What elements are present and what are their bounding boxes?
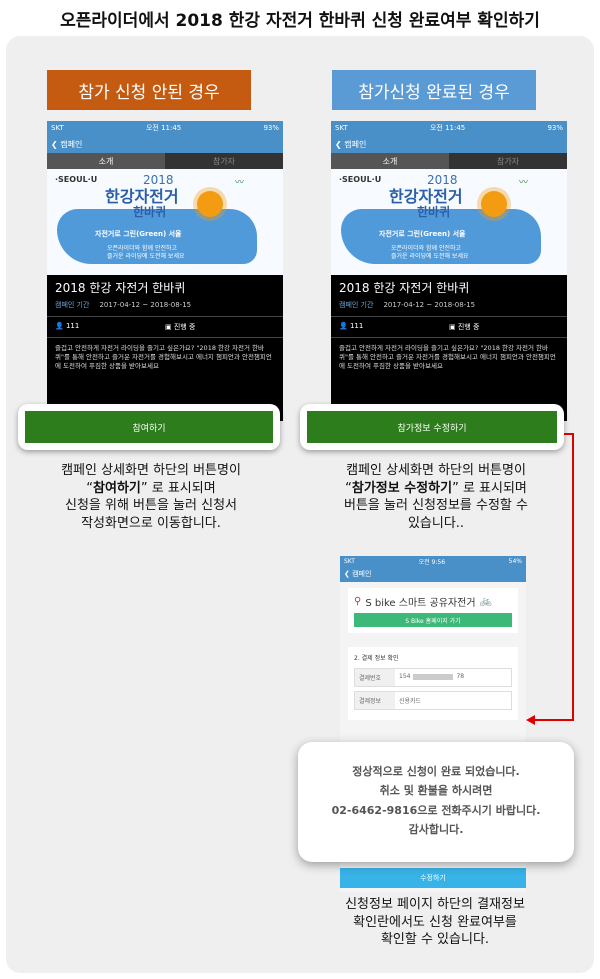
back-nav[interactable]: ❮ 캠페인 [331,135,567,153]
sbike-home-button[interactable]: S Bike 홈페이지 가기 [354,613,512,627]
info-row: 👤 111 ▣ 진행 중 [331,316,567,338]
period-value: 2017-04-12 ~ 2018-08-15 [99,301,192,309]
event-title: 2018 한강 자전거 한바퀴 [339,281,470,295]
not-registered-header: 참가 신청 안된 경우 [47,70,251,110]
event-period: 캠페인 기간 2017-04-12 ~ 2018-08-15 [47,300,283,316]
edit-button[interactable]: 수정하기 [340,868,526,888]
banner-sub2: 즐거운 라이딩에 도전해 보세요 [107,253,185,260]
banner-slogan: 자전거로 그린(Green) 서울 [379,230,466,238]
info-row: 👤 111 ▣ 진행 중 [47,316,283,338]
back-nav[interactable]: ❮ 캠페인 [47,135,283,153]
event-description: 즐겁고 안전하게 자전거 라이딩을 즐기고 싶은가요? "2018 한강 자전거… [339,344,556,370]
chevron-left-icon: ❮ [335,139,345,149]
seoul-logo: ·SEOUL·U [55,175,98,184]
phone-screenshot-left: SKT 오전 11:45 93% ❮ 캠페인 소개 참가자 ·SEOUL·U 2… [47,121,283,421]
period-label: 캠페인 기간 [339,301,374,309]
sbike-card: ⚲ S bike 스마트 공유자전거 🚲 S Bike 홈페이지 가기 [348,588,518,633]
event-description: 즐겁고 안전하게 자전거 라이딩을 즐기고 싶은가요? "2018 한강 자전거… [55,344,272,370]
back-nav[interactable]: ❮ 캠페인 [340,566,526,582]
bicycle-icon: 🚲 [479,596,492,607]
right-caption: 캠페인 상세화면 하단의 버튼명이 “참가정보 수정하기” 로 표시되며 버튼을… [344,463,528,531]
bottom-caption: 신청정보 페이지 하단의 결재정보 확인란에서도 신청 완료여부를 확인할 수 … [345,897,525,948]
participants-count: 👤 111 [55,322,80,330]
registration-complete-popup: 정상적으로 신청이 완료 되었습니다. 취소 및 환불을 하시려면 02-646… [298,742,574,862]
sun-icon [481,191,507,217]
status-label: ▣ 진행 중 [449,323,480,331]
event-banner: ·SEOUL·U 2018 한강자전거 한바퀴 〰 자전거로 그린(Green)… [47,169,283,275]
arrow-line-vertical [572,433,574,721]
seoul-logo: ·SEOUL·U [339,175,382,184]
registered-header: 참가신청 완료된 경우 [332,70,536,110]
tab-intro[interactable]: 소개 [47,153,165,169]
time-label: 오전 11:45 [145,124,182,132]
chevron-left-icon: ❮ [51,139,61,149]
tab-intro[interactable]: 소개 [331,153,449,169]
status-bar: SKT 오전 11:45 93% [47,121,283,135]
chevron-left-icon: ❮ [344,570,353,578]
period-label: 캠페인 기간 [55,301,90,309]
event-banner: ·SEOUL·U 2018 한강자전거 한바퀴 〰 자전거로 그린(Green)… [331,169,567,275]
tab-bar: 소개 참가자 [331,153,567,169]
payment-info-row: 결제정보 신용카드 [354,691,512,710]
banner-title-2: 한바퀴 [133,205,167,219]
join-button-callout: 참여하기 [18,404,280,450]
edit-info-button-callout: 참가정보 수정하기 [300,404,564,450]
edit-info-button[interactable]: 참가정보 수정하기 [307,411,557,443]
tab-bar: 소개 참가자 [47,153,283,169]
banner-sub2: 즐거운 라이딩에 도전해 보세요 [391,253,469,260]
page-title: 오픈라이더에서 2018 한강 자전거 한바퀴 신청 완료여부 확인하기 [60,11,540,31]
participants-count: 👤 111 [339,322,364,330]
banner-title-2: 한바퀴 [417,205,451,219]
join-button[interactable]: 참여하기 [25,411,273,443]
left-caption: 캠페인 상세화면 하단의 버튼명이 “참여하기” 로 표시되며 신청을 위해 버… [61,463,241,531]
banner-slogan: 자전거로 그린(Green) 서울 [95,230,182,238]
carrier-label: SKT [335,124,348,132]
tab-participants[interactable]: 참가자 [165,153,283,169]
period-value: 2017-04-12 ~ 2018-08-15 [383,301,476,309]
event-period: 캠페인 기간 2017-04-12 ~ 2018-08-15 [331,300,567,316]
back-label: 캠페인 [344,139,367,149]
wave-logo-icon: 〰 [235,178,245,188]
time-label: 오전 11:45 [429,124,466,132]
status-bar: SKT 오전 11:45 93% [331,121,567,135]
arrow-line-bottom [534,719,574,721]
battery-label: 93% [263,124,279,132]
bike-logo-icon: ⚲ [354,596,362,607]
event-title: 2018 한강 자전거 한바퀴 [55,281,186,295]
status-bar: SKT 오전 9:56 54% [340,556,526,566]
wave-logo-icon: 〰 [519,178,529,188]
tab-participants[interactable]: 참가자 [449,153,567,169]
payment-section-title: 2. 결제 정보 확인 [354,655,399,662]
status-label: ▣ 진행 중 [165,323,196,331]
sbike-banner: ⚲ S bike 스마트 공유자전거 🚲 [354,596,492,609]
sun-icon [197,191,223,217]
arrow-head-icon [526,715,535,725]
payment-card: 2. 결제 정보 확인 결제번호 154 78 결제정보 신용카드 [348,647,518,720]
carrier-label: SKT [51,124,64,132]
phone-screenshot-right: SKT 오전 11:45 93% ❮ 캠페인 소개 참가자 ·SEOUL·U 2… [331,121,567,421]
back-label: 캠페인 [60,139,83,149]
payment-number-row: 결제번호 154 78 [354,668,512,687]
battery-label: 93% [547,124,563,132]
